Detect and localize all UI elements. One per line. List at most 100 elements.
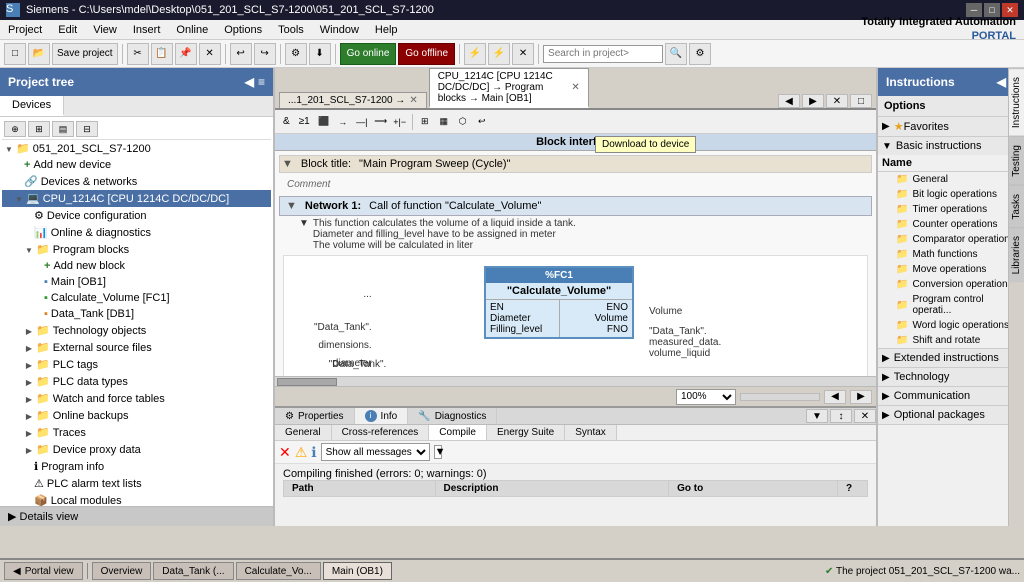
menu-view[interactable]: View	[85, 22, 125, 38]
tab-left-btn[interactable]: ◀	[778, 94, 800, 108]
rs-technology-header[interactable]: ▶ Technology	[878, 368, 1024, 386]
compile-tab-syntax[interactable]: Syntax	[565, 425, 617, 440]
menu-help[interactable]: Help	[367, 22, 406, 38]
rs-extended-header[interactable]: ▶ Extended instructions	[878, 349, 1024, 367]
tree-item-prog-info[interactable]: ℹ Program info	[2, 458, 271, 475]
undo-button[interactable]: ↩	[230, 43, 252, 65]
rs-item-word-logic[interactable]: 📁 Word logic operations	[878, 318, 1024, 333]
rs-item-timer[interactable]: 📁 Timer operations	[878, 202, 1024, 217]
bottom-panel-close-btn[interactable]: ✕	[854, 409, 876, 423]
menu-options[interactable]: Options	[216, 22, 270, 38]
taskbar-portal-btn[interactable]: ◀ Portal view	[4, 562, 83, 580]
tree-item-dev-config[interactable]: ⚙ Device configuration	[2, 207, 271, 224]
minimize-button[interactable]: ─	[966, 3, 982, 17]
tree-item-add-device[interactable]: + Add new device	[2, 157, 271, 173]
tab-maximize[interactable]: □	[850, 94, 872, 108]
filter-dropdown-btn[interactable]: ▼	[434, 445, 442, 459]
tree-item-watch[interactable]: 📁 Watch and force tables	[2, 390, 271, 407]
redo-button[interactable]: ↪	[254, 43, 276, 65]
v-tab-libraries[interactable]: Libraries	[1009, 227, 1024, 282]
toolbar-icon-3[interactable]: ✕	[512, 43, 534, 65]
compile-tab-energy[interactable]: Energy Suite	[487, 425, 565, 440]
et-arrow-right[interactable]: →	[334, 113, 352, 131]
et-counter-btn[interactable]: ⬛	[315, 113, 333, 131]
rs-item-counter[interactable]: 📁 Counter operations	[878, 217, 1024, 232]
tree-item-cpu[interactable]: 💻 CPU_1214C [CPU 1214C DC/DC/DC]	[2, 190, 271, 207]
status-expand-btn[interactable]: ▶	[850, 390, 872, 404]
tree-menu-icon[interactable]: ≡	[258, 75, 265, 89]
menu-window[interactable]: Window	[312, 22, 367, 38]
tree-toolbar-btn-1[interactable]: ⊕	[4, 121, 26, 137]
rs-item-general[interactable]: 📁 General	[878, 172, 1024, 187]
editor-scroll[interactable]: ▼ Block title: "Main Program Sweep (Cycl…	[275, 151, 876, 376]
search-options-button[interactable]: ⚙	[689, 43, 711, 65]
editor-tab-scl[interactable]: ...1_201_SCL_S7-1200 → ✕	[279, 92, 427, 108]
tab-close-editor[interactable]: ✕	[826, 94, 848, 108]
menu-insert[interactable]: Insert	[125, 22, 169, 38]
copy-button[interactable]: 📋	[151, 43, 173, 65]
tree-item-tech-obj[interactable]: 📁 Technology objects	[2, 322, 271, 339]
menu-online[interactable]: Online	[168, 22, 216, 38]
et-plus-minus[interactable]: +|−	[391, 113, 409, 131]
bottom-panel-expand-btn[interactable]: ↕	[830, 409, 852, 423]
editor-tab-main[interactable]: CPU_1214C [CPU 1214C DC/DC/DC] → Program…	[429, 68, 589, 108]
cut-button[interactable]: ✂	[127, 43, 149, 65]
tab-right-btn[interactable]: ▶	[802, 94, 824, 108]
status-collapse-btn[interactable]: ◀	[824, 390, 846, 404]
compile-tab-crossref[interactable]: Cross-references	[332, 425, 430, 440]
compile-tab-general[interactable]: General	[275, 425, 332, 440]
menu-edit[interactable]: Edit	[50, 22, 85, 38]
zoom-select[interactable]: 100% 75% 150%	[676, 389, 736, 405]
rs-favorites-header[interactable]: ▶ ★ Favorites	[878, 117, 1024, 136]
network-collapse-icon[interactable]: ▼	[286, 200, 297, 212]
et-call-btn[interactable]: ⬡	[454, 113, 472, 131]
tree-item-plc-data[interactable]: 📁 PLC data types	[2, 373, 271, 390]
toolbar-icon-1[interactable]: ⚡	[464, 43, 486, 65]
scrollbar-mini[interactable]	[740, 393, 820, 401]
menu-tools[interactable]: Tools	[270, 22, 312, 38]
rs-item-shift-rotate[interactable]: 📁 Shift and rotate	[878, 333, 1024, 348]
menu-project[interactable]: Project	[0, 22, 50, 38]
taskbar-data-tank[interactable]: Data_Tank (...	[153, 562, 233, 580]
tree-tab-devices[interactable]: Devices	[0, 96, 64, 116]
rs-communication-header[interactable]: ▶ Communication	[878, 387, 1024, 405]
filter-select[interactable]: Show all messages	[321, 443, 430, 461]
rs-item-conversion[interactable]: 📁 Conversion operations	[878, 277, 1024, 292]
tree-item-root[interactable]: 📁 051_201_SCL_S7-1200	[2, 140, 271, 157]
bottom-tab-properties[interactable]: ⚙ Properties	[275, 408, 355, 424]
bottom-tab-diagnostics[interactable]: 🔧 Diagnostics	[408, 408, 497, 424]
taskbar-calc-vol[interactable]: Calculate_Vo...	[236, 562, 321, 580]
rs-basic-header[interactable]: ▼ Basic instructions	[878, 137, 1024, 155]
tree-item-dev-net[interactable]: 🔗 Devices & networks	[2, 173, 271, 190]
delete-button[interactable]: ✕	[199, 43, 221, 65]
compile-tab-compile[interactable]: Compile	[429, 425, 487, 440]
tree-item-local-modules[interactable]: 📦 Local modules	[2, 492, 271, 506]
tab-scl-close[interactable]: ✕	[409, 95, 417, 106]
scrollbar-thumb-h[interactable]	[277, 378, 337, 386]
go-online-button[interactable]: Go online	[340, 43, 397, 65]
rs-icon-1[interactable]: ◀	[997, 75, 1006, 89]
tree-item-online-diag[interactable]: 📊 Online & diagnostics	[2, 224, 271, 241]
details-view-button[interactable]: ▶ Details view	[0, 506, 273, 526]
tree-toolbar-btn-3[interactable]: ▤	[52, 121, 74, 137]
download-button[interactable]: ⬇	[309, 43, 331, 65]
tree-item-traces[interactable]: 📁 Traces	[2, 424, 271, 441]
tree-item-ext-src[interactable]: 📁 External source files	[2, 339, 271, 356]
tree-item-plc-alarm[interactable]: ⚠ PLC alarm text lists	[2, 475, 271, 492]
et-dash-line[interactable]: —|	[353, 113, 371, 131]
tree-item-main-ob1[interactable]: ▪ Main [OB1]	[2, 274, 271, 290]
block-collapse-icon[interactable]: ▼	[282, 158, 293, 170]
taskbar-overview[interactable]: Overview	[92, 562, 152, 580]
fc-block-body[interactable]: %FC1 "Calculate_Volume" EN Diameter Fill…	[484, 266, 634, 339]
tree-toolbar-btn-2[interactable]: ⊞	[28, 121, 50, 137]
save-button[interactable]: Save project	[52, 43, 118, 65]
tree-item-dev-proxy[interactable]: 📁 Device proxy data	[2, 441, 271, 458]
bottom-panel-collapse-btn[interactable]: ▼	[806, 409, 828, 423]
et-block-btn[interactable]: ▦	[435, 113, 453, 131]
rs-item-comparator[interactable]: 📁 Comparator operations	[878, 232, 1024, 247]
tree-collapse-icon[interactable]: ◀	[245, 75, 254, 89]
tab-main-close[interactable]: ✕	[571, 82, 579, 93]
et-network-btn[interactable]: ⊞	[416, 113, 434, 131]
maximize-button[interactable]: □	[984, 3, 1000, 17]
v-tab-testing[interactable]: Testing	[1009, 136, 1024, 185]
